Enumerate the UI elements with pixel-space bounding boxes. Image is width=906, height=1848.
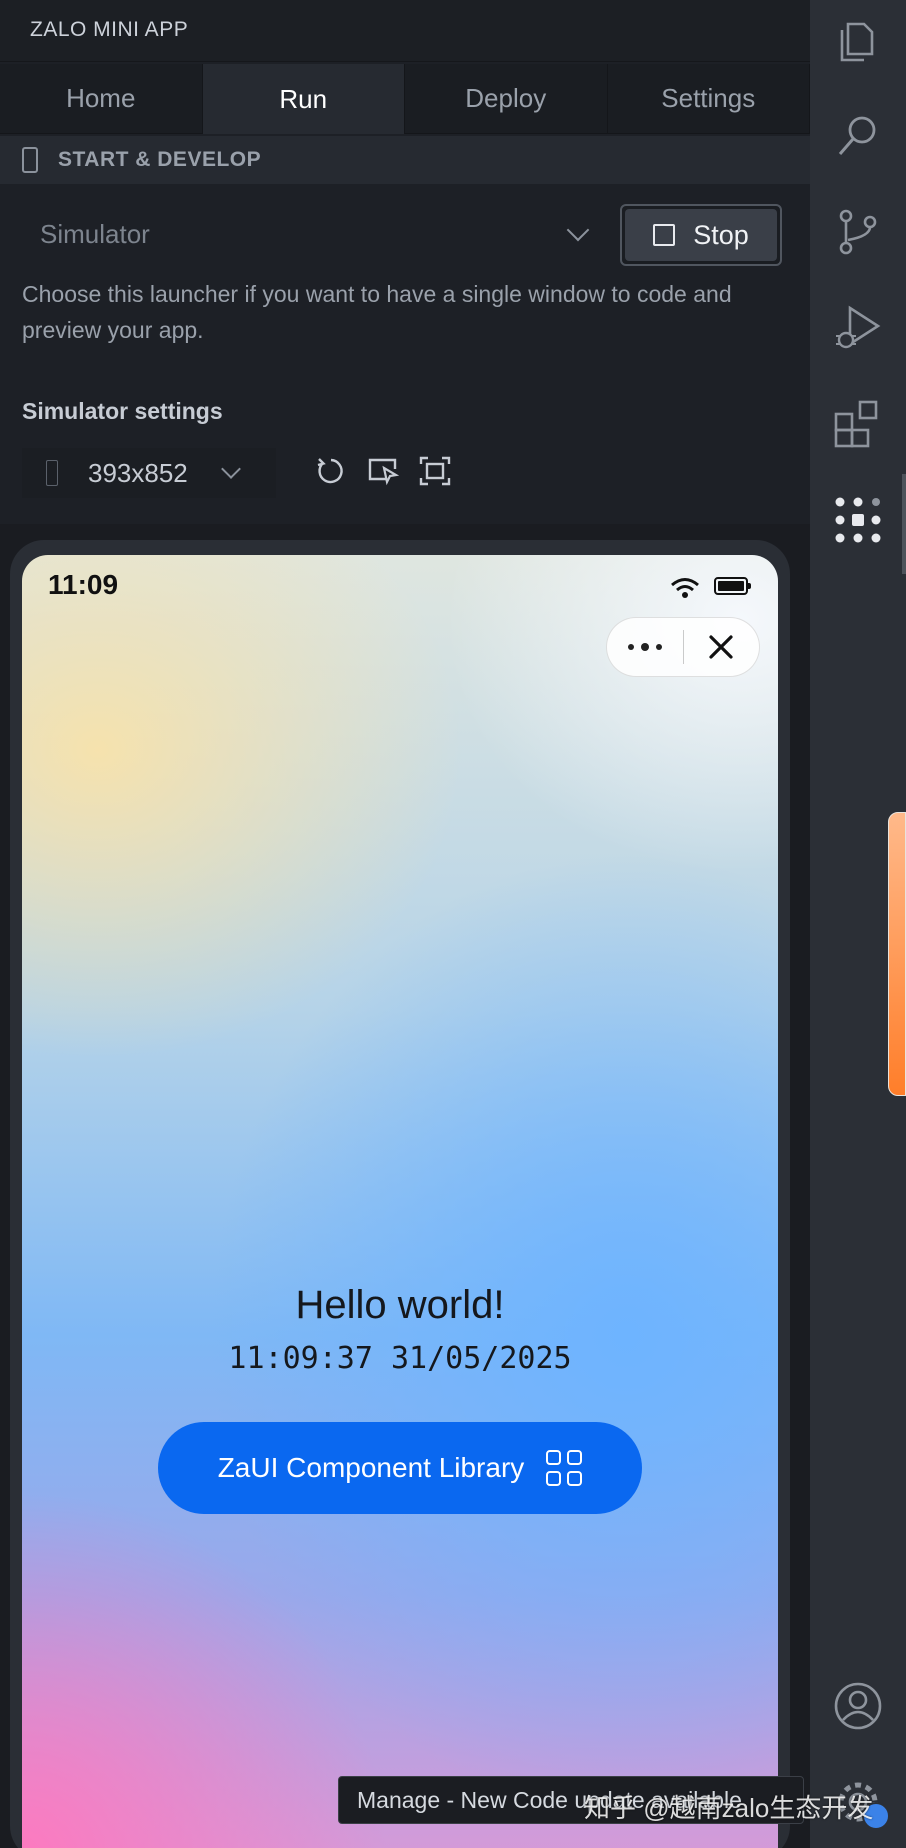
account-icon[interactable] <box>832 1680 884 1732</box>
inspect-icon[interactable] <box>366 454 400 488</box>
stop-icon <box>653 224 676 246</box>
refresh-icon[interactable] <box>314 454 348 488</box>
launcher-selected-value: Simulator <box>40 218 150 249</box>
zalo-mini-app-icon[interactable] <box>832 494 884 546</box>
stop-button[interactable]: Stop <box>620 204 782 266</box>
phone-icon <box>46 460 58 486</box>
phone-screen[interactable]: 11:09 Hello world! 11:09:37 31/05/2025 Z… <box>22 555 778 1848</box>
zalo-mini-app-panel: ZALO MINI APP Home Run Deploy Settings S… <box>0 0 810 1848</box>
search-icon[interactable] <box>832 110 884 162</box>
greeting-text: Hello world! <box>295 1283 505 1327</box>
close-icon[interactable] <box>684 633 760 661</box>
status-bar-time: 11:09 <box>48 569 119 600</box>
run-debug-icon[interactable] <box>832 302 884 354</box>
battery-icon <box>714 577 751 595</box>
tab-deploy[interactable]: Deploy <box>405 64 608 134</box>
panel-tabs: Home Run Deploy Settings <box>0 64 810 134</box>
chevron-down-icon <box>220 459 241 479</box>
wifi-icon <box>670 577 700 599</box>
activity-bar-scroll-indicator[interactable] <box>902 474 906 574</box>
section-title: START & DEVELOP <box>58 148 262 171</box>
files-icon[interactable] <box>832 14 884 66</box>
tab-settings[interactable]: Settings <box>607 64 810 134</box>
chevron-down-icon <box>566 218 590 242</box>
stop-button-label: Stop <box>693 219 749 250</box>
device-size-value: 393x852 <box>88 457 188 488</box>
simulator-settings-heading: Simulator settings <box>22 398 223 424</box>
phone-icon <box>22 147 38 173</box>
launcher-description: Choose this launcher if you want to have… <box>22 281 732 343</box>
panel-title-bar: ZALO MINI APP <box>0 0 810 62</box>
zaui-component-library-button[interactable]: ZaUI Component Library <box>158 1422 642 1514</box>
watermark-text: 知乎 @越南zalo生态开发 <box>584 1793 874 1823</box>
extensions-icon[interactable] <box>832 398 884 450</box>
section-start-develop[interactable]: START & DEVELOP <box>0 136 810 184</box>
launcher-select[interactable]: Simulator <box>22 206 604 262</box>
grid-icon <box>546 1450 583 1486</box>
tab-run[interactable]: Run <box>202 64 405 134</box>
more-options-icon[interactable] <box>607 643 683 651</box>
panel-title: ZALO MINI APP <box>30 18 189 41</box>
vscode-window: ZALO MINI APP Home Run Deploy Settings S… <box>0 0 906 1848</box>
tab-home[interactable]: Home <box>0 64 203 134</box>
side-tab-handle[interactable] <box>888 812 906 1096</box>
zaui-button-label: ZaUI Component Library <box>217 1452 525 1483</box>
clock-text: 11:09:37 31/05/2025 <box>228 1341 572 1376</box>
screenshot-icon[interactable] <box>418 454 452 488</box>
source-control-icon[interactable] <box>832 206 884 258</box>
device-size-select[interactable]: 393x852 <box>22 448 276 498</box>
mini-app-capsule <box>606 617 760 677</box>
